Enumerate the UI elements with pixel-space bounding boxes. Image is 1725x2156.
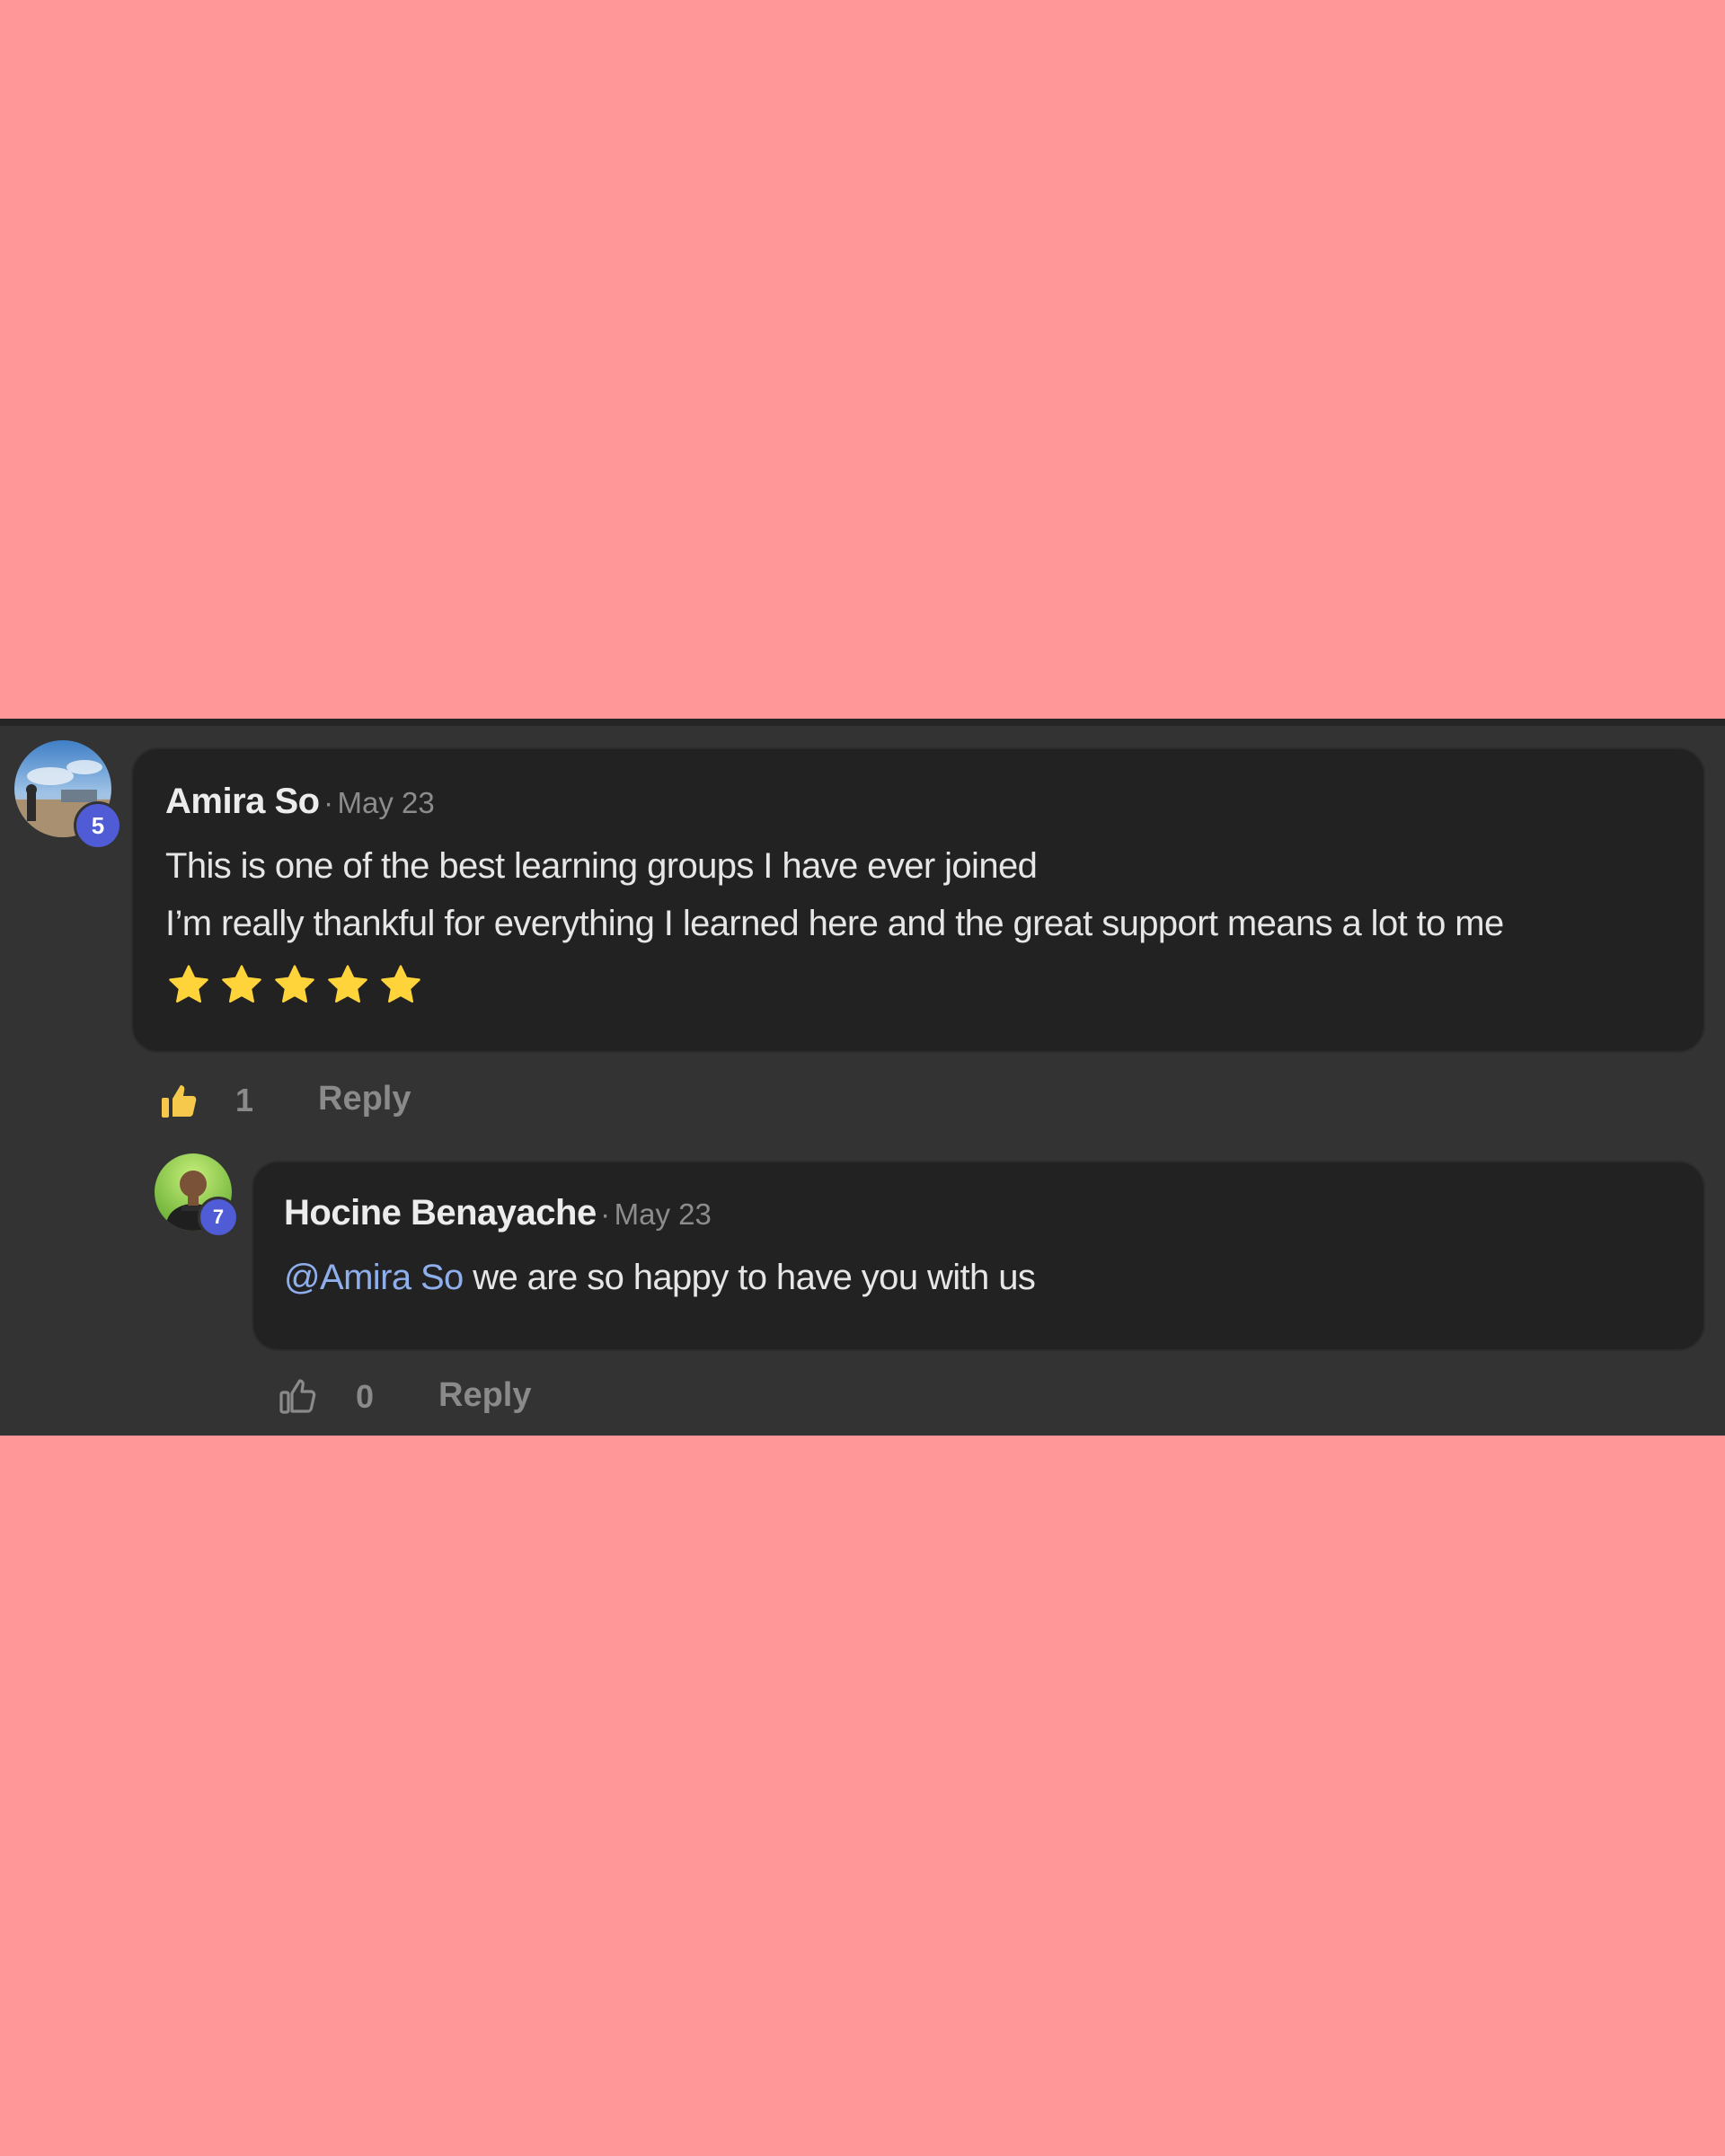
star-rating <box>167 963 422 1006</box>
thumbs-up-filled-icon[interactable] <box>158 1080 201 1123</box>
avatar-amira-so[interactable]: 5 <box>14 740 122 850</box>
star-icon <box>328 965 367 1003</box>
user-mention-link[interactable]: @Amira So <box>284 1258 464 1297</box>
avatar-hocine-benayache[interactable]: 7 <box>155 1153 239 1238</box>
star-icon <box>222 965 261 1003</box>
comment-thread: 5 Amira So · May 23 This is one of the b… <box>0 719 1725 1436</box>
comment-date[interactable]: May 23 <box>338 786 435 819</box>
comment-header: Amira So · May 23 <box>165 782 435 822</box>
header-separator: · <box>323 786 334 819</box>
reply-header: Hocine Benayache · May 23 <box>284 1193 712 1233</box>
reply-button[interactable]: Reply <box>438 1376 531 1415</box>
comment-text-line-1: This is one of the best learning groups … <box>165 846 1038 886</box>
reply-date[interactable]: May 23 <box>615 1197 712 1231</box>
reply-author[interactable]: Hocine Benayache <box>284 1193 597 1233</box>
level-badge: 7 <box>198 1197 239 1238</box>
thumbs-up-outline-icon[interactable] <box>277 1374 320 1418</box>
comment-bubble: Amira So · May 23 This is one of the bes… <box>131 747 1705 1053</box>
star-icon <box>169 965 208 1003</box>
like-count: 1 <box>235 1082 254 1118</box>
reply-text: @Amira So we are so happy to have you wi… <box>284 1258 1036 1298</box>
reply-bubble: Hocine Benayache · May 23 @Amira So we a… <box>252 1161 1705 1351</box>
star-icon <box>275 965 314 1003</box>
reply-message: we are so happy to have you with us <box>463 1258 1036 1297</box>
header-separator: · <box>600 1197 611 1231</box>
level-badge: 5 <box>74 801 122 850</box>
like-count: 0 <box>356 1378 375 1415</box>
star-icon <box>381 965 420 1003</box>
comment-text-line-2: I’m really thankful for everything I lea… <box>165 904 1504 943</box>
comment-author[interactable]: Amira So <box>165 782 320 821</box>
reply-button[interactable]: Reply <box>318 1080 411 1118</box>
